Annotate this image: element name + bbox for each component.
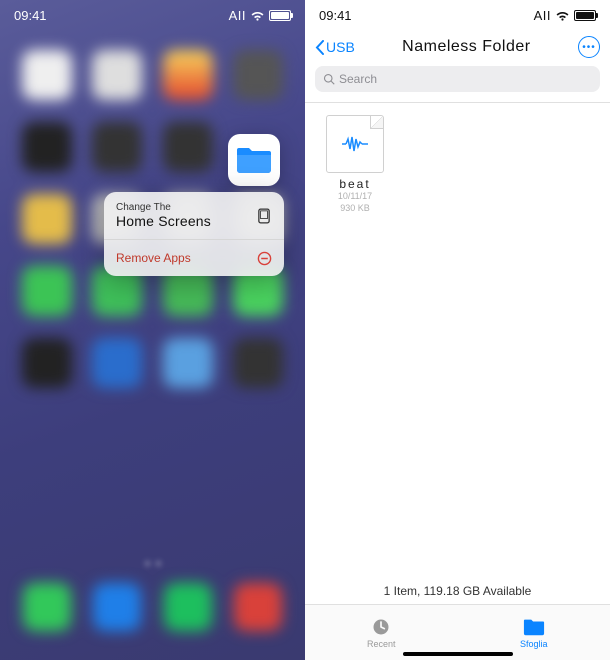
storage-status: 1 Item, 119.18 GB Available [305,578,610,604]
battery-icon [574,10,596,21]
file-name: beat [319,177,391,191]
audio-file-icon [326,115,384,173]
carrier-label: AII [534,8,551,23]
files-browser-panel: 09:41 AII USB Nameless Folder ••• Search… [305,0,610,660]
status-bar-right: 09:41 AII [305,0,610,30]
clock: 09:41 [319,8,352,23]
minus-circle-icon [256,250,272,266]
menu-item-edit-home[interactable]: Change The Home Screens [104,192,284,240]
context-menu: Change The Home Screens Remove Apps [104,192,284,276]
nav-bar: USB Nameless Folder ••• [305,30,610,66]
menu-item-remove-app[interactable]: Remove Apps [104,240,284,276]
home-indicator[interactable] [403,652,513,656]
search-input[interactable]: Search [315,66,600,92]
search-placeholder: Search [339,72,377,86]
page-title: Nameless Folder [402,38,530,56]
file-date: 10/11/17 [319,191,391,203]
menu-line2: Home Screens [116,213,211,229]
back-button[interactable]: USB [315,39,355,55]
file-item[interactable]: beat 10/11/17 930 KB [319,115,391,214]
tab-label: Recent [367,639,396,649]
dock [12,576,293,638]
menu-line1: Change The [116,202,211,213]
file-size: 930 KB [319,203,391,215]
chevron-left-icon [315,40,324,55]
file-grid: beat 10/11/17 930 KB [305,103,610,578]
home-screen-panel: 09:41 AII Change The Home S [0,0,305,660]
search-icon [323,73,335,85]
page-indicator [0,561,305,566]
menu-remove-label: Remove Apps [116,251,191,265]
back-label: USB [326,39,355,55]
folder-icon [236,145,272,175]
wifi-icon [555,10,570,21]
tab-label: Sfoglia [520,639,548,649]
more-button[interactable]: ••• [578,36,600,58]
clock-icon [370,617,392,637]
ellipsis-icon: ••• [582,42,596,53]
folder-icon [523,617,545,637]
files-app-icon[interactable] [228,134,280,186]
phone-rect-icon [256,208,272,224]
status-right: AII [534,8,596,23]
